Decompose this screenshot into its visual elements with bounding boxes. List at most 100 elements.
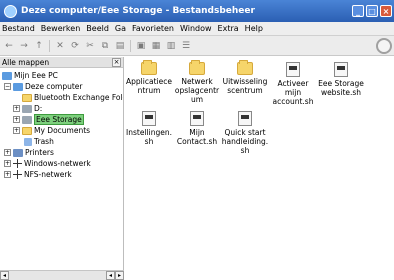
cut-icon[interactable]: ✂	[85, 41, 95, 51]
window-title: Deze computer/Eee Storage - Bestandsbehe…	[21, 6, 255, 16]
back-icon[interactable]: ←	[4, 41, 14, 51]
toolbar-separator	[49, 39, 50, 52]
horizontal-scrollbar[interactable]: ◂ ◂ ▸	[0, 270, 124, 280]
expand-icon[interactable]: +	[4, 171, 11, 178]
expand-icon[interactable]: +	[4, 149, 11, 156]
script-file-icon	[238, 111, 252, 126]
file-item-label: Activeer mijn account.sh	[272, 79, 314, 106]
file-item-netwerk-opslagcentrum[interactable]: Netwerk opslagcentr um	[173, 60, 221, 104]
network-icon	[13, 159, 22, 168]
tree-item-label: My Documents	[34, 126, 91, 135]
file-item-activeer-mijn-account[interactable]: Activeer mijn account.sh	[269, 62, 317, 106]
script-file-icon	[334, 62, 348, 77]
close-button[interactable]: ×	[380, 5, 392, 17]
scroll-left-icon[interactable]: ◂	[0, 271, 9, 280]
tree-item-eee-storage[interactable]: + Eee Storage	[0, 114, 123, 125]
menu-extra[interactable]: Extra	[218, 24, 239, 33]
script-file-icon	[286, 62, 300, 77]
tree-item-trash[interactable]: Trash	[0, 136, 123, 147]
maximize-button[interactable]: □	[366, 5, 378, 17]
network-icon	[13, 170, 22, 179]
tree-item-label: Printers	[25, 148, 54, 157]
tree-item-label: Deze computer	[25, 82, 83, 91]
file-item-label: Uitwisseling scentrum	[222, 77, 268, 95]
scroll-right-icon[interactable]: ▸	[115, 271, 124, 280]
collapse-icon[interactable]: −	[4, 83, 11, 90]
toolbar: ← → ↑ ✕ ⟳ ✂ ⧉ ▤ ▣ ▦ ▥ ☰	[0, 36, 394, 56]
menu-beeld[interactable]: Beeld	[86, 24, 109, 33]
expand-icon[interactable]: +	[13, 116, 20, 123]
script-file-icon	[190, 111, 204, 126]
file-view: Applicatiece ntrum Netwerk opslagcentr u…	[125, 57, 394, 280]
view-detail-icon[interactable]: ☰	[181, 41, 191, 51]
file-item-applicatiecentrum[interactable]: Applicatiece ntrum	[125, 60, 173, 95]
tree-item-printers[interactable]: + Printers	[0, 147, 123, 158]
expand-icon[interactable]: +	[13, 127, 20, 134]
home-icon	[2, 71, 12, 80]
menu-help[interactable]: Help	[245, 24, 263, 33]
folder-icon	[22, 126, 32, 135]
printer-icon	[13, 148, 23, 157]
paste-icon[interactable]: ▤	[115, 41, 125, 51]
tree-item-deze-computer[interactable]: − Deze computer	[0, 81, 123, 92]
file-item-label: Quick start handleiding. sh	[221, 128, 269, 155]
file-item-label: Mijn Contact.sh	[176, 128, 218, 146]
tree-item-nfs-netwerk[interactable]: + NFS-netwerk	[0, 169, 123, 180]
reload-icon[interactable]: ⟳	[70, 41, 80, 51]
menu-bar: Bestand Bewerken Beeld Ga Favorieten Win…	[0, 22, 394, 36]
activity-throbber-icon	[376, 38, 392, 54]
file-manager-icon	[4, 4, 17, 18]
expand-icon[interactable]: +	[13, 105, 20, 112]
up-icon[interactable]: ↑	[34, 41, 44, 51]
scroll-left-icon[interactable]: ◂	[106, 271, 115, 280]
file-item-label: Instellingen. sh	[126, 128, 172, 146]
expand-icon[interactable]: +	[4, 160, 11, 167]
panel-close-icon[interactable]: ×	[112, 57, 121, 67]
menu-window[interactable]: Window	[180, 24, 212, 33]
tree-item-label: Eee Storage	[34, 114, 84, 125]
file-item-instellingen[interactable]: Instellingen. sh	[125, 111, 173, 146]
tree-item-label: Mijn Eee PC	[14, 71, 58, 80]
tree-item-label: Trash	[34, 137, 54, 146]
tree-item-my-documents[interactable]: + My Documents	[0, 125, 123, 136]
script-file-icon	[142, 111, 156, 126]
folder-tree: Mijn Eee PC − Deze computer Bluetooth Ex…	[0, 68, 123, 180]
tree-item-d-drive[interactable]: + D:	[0, 103, 123, 114]
tree-item-label: Bluetooth Exchange Fold	[34, 93, 123, 102]
minimize-button[interactable]: _	[352, 5, 364, 17]
drive-icon	[22, 115, 32, 124]
view-icons-icon[interactable]: ▦	[151, 41, 161, 51]
forward-icon[interactable]: →	[19, 41, 29, 51]
file-item-mijn-contact[interactable]: Mijn Contact.sh	[173, 111, 221, 146]
folder-tree-title: Alle mappen	[2, 57, 50, 67]
menu-ga[interactable]: Ga	[115, 24, 126, 33]
file-item-quick-start-handleiding[interactable]: Quick start handleiding. sh	[221, 111, 269, 155]
folder-icon	[141, 60, 157, 75]
properties-icon[interactable]: ▣	[136, 41, 146, 51]
folder-tree-panel: Alle mappen × Mijn Eee PC − Deze compute…	[0, 57, 124, 280]
tree-item-label: NFS-netwerk	[24, 170, 72, 179]
file-item-label: Eee Storage website.sh	[318, 79, 364, 97]
toolbar-separator	[130, 39, 131, 52]
copy-icon[interactable]: ⧉	[100, 41, 110, 51]
file-item-label: Applicatiece ntrum	[126, 77, 172, 95]
view-list-icon[interactable]: ▥	[166, 41, 176, 51]
tree-item-mijn-eee-pc[interactable]: Mijn Eee PC	[0, 70, 123, 81]
drive-icon	[22, 104, 32, 113]
tree-item-label: Windows-netwerk	[24, 159, 91, 168]
tree-item-label: D:	[34, 104, 43, 113]
folder-icon	[189, 60, 205, 75]
folder-icon	[237, 60, 253, 75]
trash-icon	[24, 137, 32, 146]
menu-bestand[interactable]: Bestand	[2, 24, 35, 33]
file-item-uitwisselingscentrum[interactable]: Uitwisseling scentrum	[221, 60, 269, 95]
file-item-eee-storage-website[interactable]: Eee Storage website.sh	[317, 62, 365, 97]
stop-icon[interactable]: ✕	[55, 41, 65, 51]
tree-item-windows-netwerk[interactable]: + Windows-netwerk	[0, 158, 123, 169]
menu-favorieten[interactable]: Favorieten	[132, 24, 174, 33]
title-bar: Deze computer/Eee Storage - Bestandsbehe…	[0, 0, 394, 22]
file-item-label: Netwerk opslagcentr um	[174, 77, 220, 104]
computer-icon	[13, 82, 23, 91]
menu-bewerken[interactable]: Bewerken	[41, 24, 81, 33]
tree-item-bluetooth[interactable]: Bluetooth Exchange Fold	[0, 92, 123, 103]
